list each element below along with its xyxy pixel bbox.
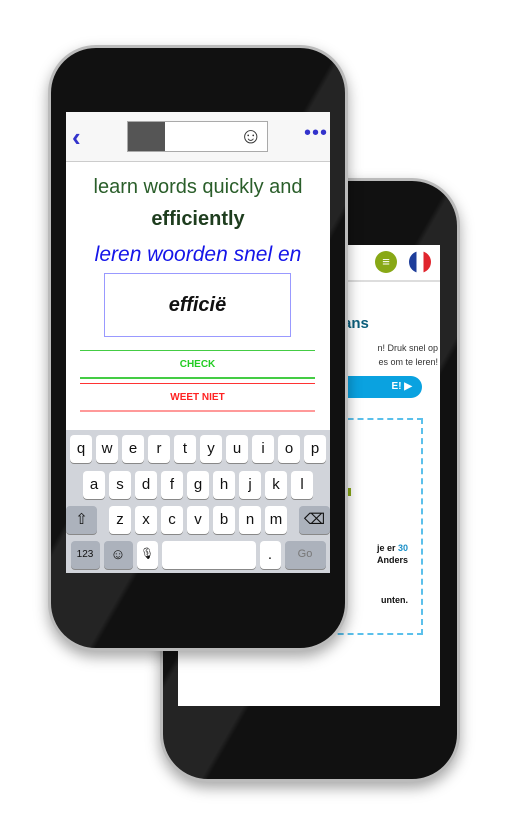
delete-key[interactable]: ⌫ xyxy=(299,506,330,534)
key[interactable]: u xyxy=(226,435,248,463)
progress-fill xyxy=(128,122,165,151)
key[interactable]: w xyxy=(96,435,118,463)
numbers-key[interactable]: 123 xyxy=(70,541,100,569)
key[interactable]: o xyxy=(278,435,300,463)
period-key[interactable]: . xyxy=(259,541,281,569)
key[interactable]: r xyxy=(148,435,170,463)
key[interactable]: a xyxy=(83,471,105,499)
key[interactable]: k xyxy=(265,471,287,499)
more-icon[interactable]: ••• xyxy=(304,122,328,145)
key[interactable]: j xyxy=(239,471,261,499)
key[interactable]: z xyxy=(109,506,131,534)
key[interactable]: q xyxy=(70,435,92,463)
card-text-part: je er xyxy=(376,543,398,553)
key[interactable]: n xyxy=(239,506,261,534)
app-header: ‹ ☺ ••• xyxy=(66,112,330,162)
hamburger-menu-icon[interactable]: ≡ xyxy=(375,251,397,273)
key[interactable]: x xyxy=(135,506,157,534)
shift-key[interactable]: ⇧ xyxy=(66,506,97,534)
translation-text: leren woorden snel en xyxy=(94,243,302,266)
key[interactable]: i xyxy=(252,435,274,463)
dont-know-button[interactable]: WEET NIET xyxy=(80,383,315,412)
front-phone-screen: ‹ ☺ ••• learn words quickly and efficien… xyxy=(66,112,330,573)
space-key[interactable] xyxy=(161,541,256,569)
key[interactable]: t xyxy=(174,435,196,463)
answer-input[interactable]: efficië xyxy=(104,273,291,337)
smiley-icon: ☺ xyxy=(239,123,262,148)
key[interactable]: p xyxy=(304,435,326,463)
key[interactable]: v xyxy=(187,506,209,534)
key[interactable]: h xyxy=(213,471,235,499)
key[interactable]: g xyxy=(187,471,209,499)
key[interactable]: e xyxy=(122,435,144,463)
check-button[interactable]: CHECK xyxy=(80,350,315,379)
microphone-key[interactable]: 🎙 xyxy=(136,541,158,569)
key[interactable]: l xyxy=(291,471,313,499)
back-icon[interactable]: ‹ xyxy=(72,122,81,153)
key[interactable]: d xyxy=(135,471,157,499)
go-key[interactable]: Go xyxy=(284,541,326,569)
progress-box: ☺ xyxy=(127,121,268,152)
key[interactable]: c xyxy=(161,506,183,534)
emoji-key[interactable]: ☺ xyxy=(103,541,133,569)
keyboard: qwertyuiop asdfghjkl ⇧ zxcvbnm ⌫ 123 ☺ 🎙… xyxy=(66,430,330,573)
key[interactable]: m xyxy=(265,506,287,534)
card-number: 30 xyxy=(397,543,408,553)
prompt-text: learn words quickly and xyxy=(93,176,303,198)
french-flag-icon[interactable] xyxy=(409,251,431,273)
key[interactable]: s xyxy=(109,471,131,499)
prompt-text-bold: efficiently xyxy=(151,208,245,230)
key[interactable]: f xyxy=(161,471,183,499)
front-phone: ‹ ☺ ••• learn words quickly and efficien… xyxy=(48,45,348,651)
key[interactable]: y xyxy=(200,435,222,463)
key[interactable]: b xyxy=(213,506,235,534)
